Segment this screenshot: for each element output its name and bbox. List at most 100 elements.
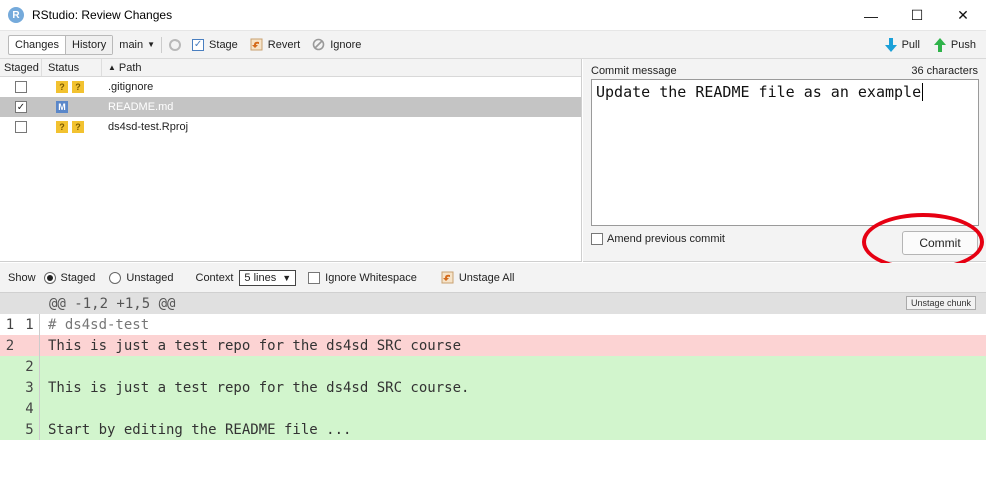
context-lines-select[interactable]: 5 lines ▼ <box>239 269 297 286</box>
ignore-icon <box>312 38 325 51</box>
character-count: 36 characters <box>911 65 978 77</box>
context-lines-value: 5 lines <box>244 271 277 284</box>
close-button[interactable]: ✕ <box>940 0 986 31</box>
staged-checkbox[interactable] <box>15 121 27 133</box>
refresh-button[interactable] <box>168 38 182 52</box>
revert-icon <box>250 38 263 51</box>
view-tabs: Changes History <box>8 34 114 55</box>
pull-arrow-icon <box>884 38 897 52</box>
show-label: Show <box>8 271 36 284</box>
diff-line-text: Start by editing the README file ... <box>48 421 352 438</box>
file-row[interactable]: ✓ M README.md <box>0 97 581 117</box>
unstaged-radio-label: Unstaged <box>126 271 174 284</box>
amend-label: Amend previous commit <box>607 233 725 245</box>
untracked-status-badge: ? <box>72 121 84 133</box>
review-toolbar: Changes History main ▼ ✓ Stage Revert Ig… <box>0 31 986 59</box>
untracked-status-badge: ? <box>56 81 68 93</box>
pull-label: Pull <box>901 39 920 51</box>
revert-button[interactable]: Revert <box>250 38 300 51</box>
unstage-all-label: Unstage All <box>458 271 515 284</box>
amend-checkbox[interactable] <box>591 233 603 245</box>
push-label: Push <box>950 39 976 51</box>
window-title: RStudio: Review Changes <box>32 8 173 22</box>
sort-ascending-icon: ▲ <box>108 63 116 72</box>
title-bar: R RStudio: Review Changes — ☐ ✕ <box>0 0 986 31</box>
commit-message-input[interactable]: Update the README file as an example <box>591 79 979 226</box>
diff-line-text: This is just a test repo for the ds4sd S… <box>48 337 462 354</box>
amend-previous-commit[interactable]: Amend previous commit <box>591 233 725 245</box>
tab-changes[interactable]: Changes <box>9 35 67 54</box>
push-arrow-icon <box>933 38 946 52</box>
new-line-number: 5 <box>20 419 40 440</box>
branch-selector[interactable]: main ▼ <box>119 39 155 51</box>
ignore-whitespace-option[interactable]: Ignore Whitespace <box>308 271 417 284</box>
unstaged-radio[interactable] <box>109 271 122 284</box>
rstudio-logo-icon: R <box>8 7 24 23</box>
branch-name: main <box>119 38 144 51</box>
revert-label: Revert <box>267 38 301 51</box>
refresh-icon <box>169 38 182 51</box>
column-header-status[interactable]: Status <box>42 59 102 76</box>
diff-line-added[interactable]: 4 <box>0 398 986 419</box>
untracked-status-badge: ? <box>56 121 68 133</box>
diff-toolbar: Show Staged Unstaged Context 5 lines ▼ I… <box>0 263 986 293</box>
file-row[interactable]: ? ? .gitignore <box>0 77 581 97</box>
modified-status-badge: M <box>56 101 68 113</box>
diff-line-deleted[interactable]: 2 This is just a test repo for the ds4sd… <box>0 335 986 356</box>
commit-pane: Commit message 36 characters Update the … <box>583 59 986 271</box>
stage-button[interactable]: ✓ Stage <box>192 38 238 51</box>
show-staged-option[interactable]: Staged <box>43 271 96 284</box>
untracked-status-badge: ? <box>72 81 84 93</box>
unstage-all-button[interactable]: Unstage All <box>441 271 515 284</box>
ignore-whitespace-checkbox[interactable] <box>308 271 321 284</box>
file-list-pane: Staged Status ▲ Path ? ? .gitignore ✓ M … <box>0 59 582 262</box>
ignore-button[interactable]: Ignore <box>312 38 361 51</box>
stage-checkbox-icon: ✓ <box>192 38 205 51</box>
new-line-number: 4 <box>20 398 40 419</box>
stage-label: Stage <box>209 38 238 51</box>
diff-view: @@ -1,2 +1,5 @@ Unstage chunk 1 1 # ds4s… <box>0 293 986 477</box>
show-unstaged-option[interactable]: Unstaged <box>109 271 174 284</box>
unstage-icon <box>441 271 454 284</box>
file-row[interactable]: ? ? ds4sd-test.Rproj <box>0 117 581 137</box>
file-path: .gitignore <box>108 81 154 93</box>
diff-line-added[interactable]: 5 Start by editing the README file ... <box>0 419 986 440</box>
new-line-number: 2 <box>20 356 40 377</box>
file-path: ds4sd-test.Rproj <box>108 121 189 133</box>
staged-radio-label: Staged <box>60 271 96 284</box>
commit-button[interactable]: Commit <box>902 231 978 255</box>
old-line-number: 2 <box>5 337 15 354</box>
hunk-header: @@ -1,2 +1,5 @@ Unstage chunk <box>0 293 986 314</box>
staged-radio[interactable] <box>43 271 56 284</box>
column-header-path-label: Path <box>118 61 142 74</box>
file-list-header: Staged Status ▲ Path <box>0 59 581 77</box>
new-line-number <box>20 335 40 356</box>
column-header-staged[interactable]: Staged <box>0 59 42 76</box>
text-cursor <box>922 83 924 101</box>
diff-line-text: # ds4sd-test <box>48 316 150 333</box>
new-line-number: 1 <box>20 314 40 335</box>
context-label: Context <box>195 271 234 284</box>
chevron-down-icon: ▼ <box>147 40 156 49</box>
hunk-range: @@ -1,2 +1,5 @@ <box>49 295 176 312</box>
ignore-whitespace-label: Ignore Whitespace <box>325 271 417 284</box>
old-line-number: 1 <box>5 316 15 333</box>
diff-line-added[interactable]: 2 <box>0 356 986 377</box>
diff-line-added[interactable]: 3 This is just a test repo for the ds4sd… <box>0 377 986 398</box>
column-header-path[interactable]: ▲ Path <box>102 59 142 76</box>
pull-button[interactable]: Pull <box>884 38 920 52</box>
unstage-chunk-button[interactable]: Unstage chunk <box>905 296 976 310</box>
tab-history[interactable]: History <box>66 35 113 54</box>
minimize-button[interactable]: — <box>848 0 894 31</box>
chevron-down-icon: ▼ <box>282 272 292 283</box>
staged-checkbox[interactable] <box>15 81 27 93</box>
commit-message-label: Commit message <box>591 65 677 77</box>
new-line-number: 3 <box>20 377 40 398</box>
toolbar-divider <box>161 36 163 53</box>
push-button[interactable]: Push <box>933 38 976 52</box>
file-path: README.md <box>108 101 174 113</box>
staged-checkbox[interactable]: ✓ <box>15 101 27 113</box>
diff-line-text: This is just a test repo for the ds4sd S… <box>48 379 470 396</box>
diff-line[interactable]: 1 1 # ds4sd-test <box>0 314 986 335</box>
maximize-button[interactable]: ☐ <box>894 0 940 31</box>
